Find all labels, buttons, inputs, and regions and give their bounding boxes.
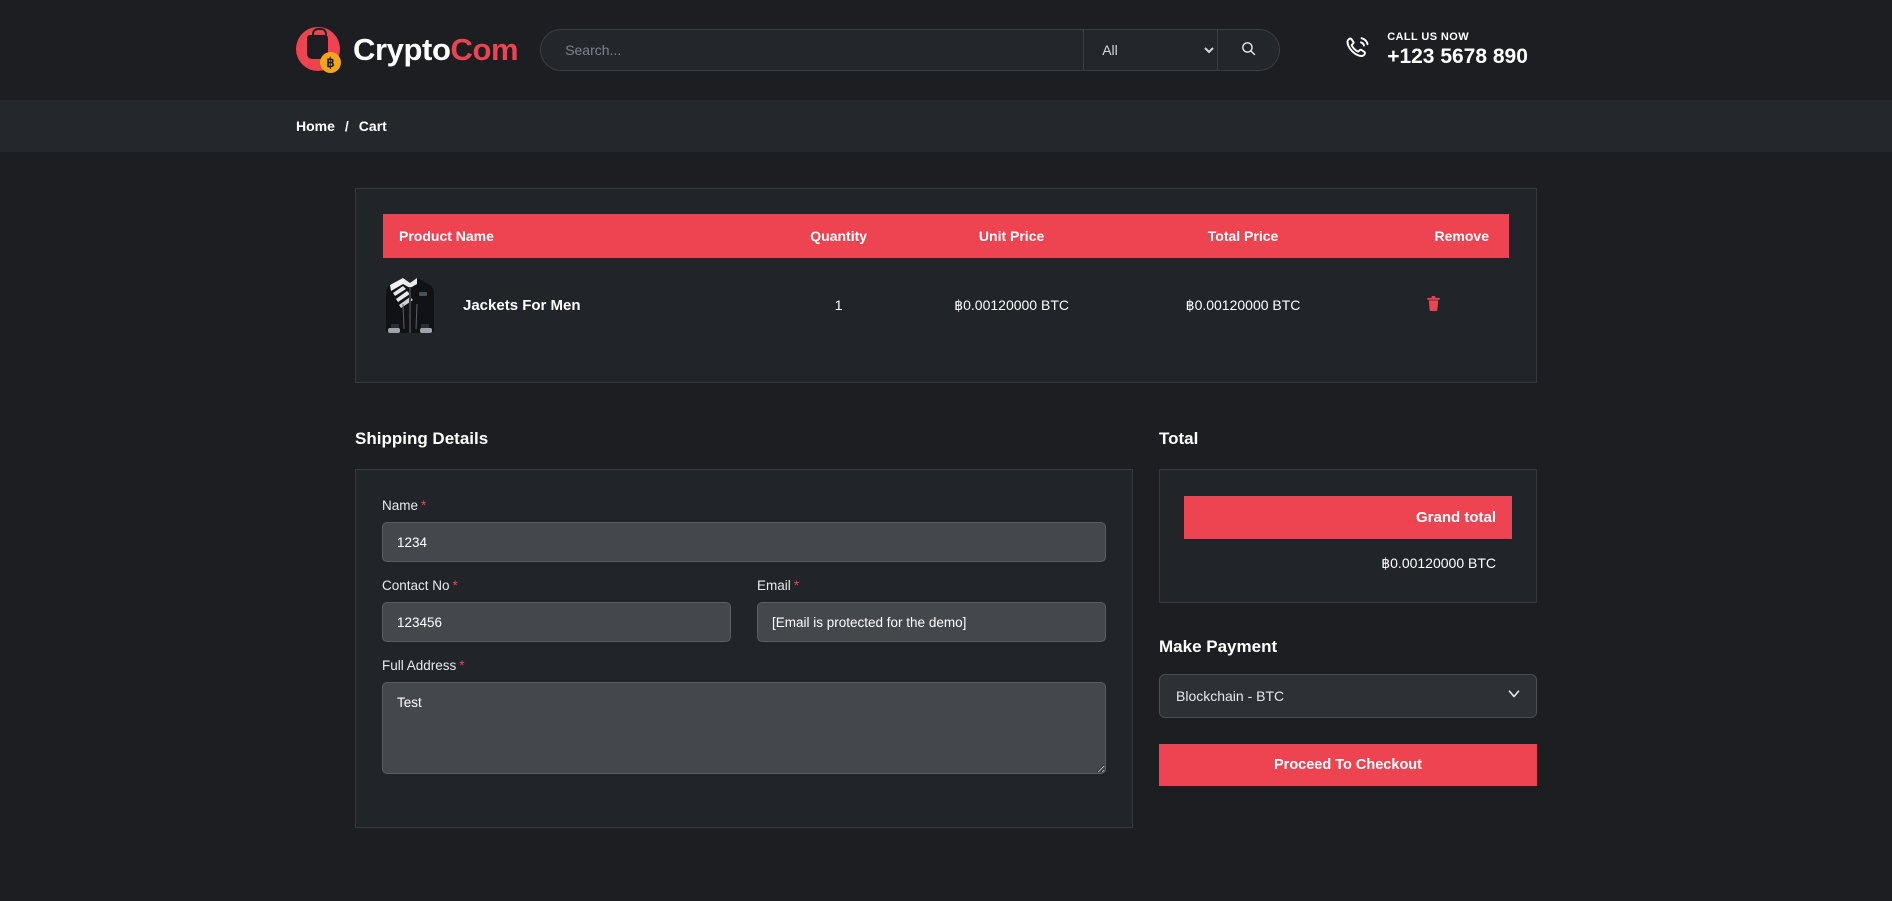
proceed-to-checkout-button[interactable]: Proceed To Checkout: [1159, 744, 1537, 786]
field-contact-no: Contact No *: [382, 578, 731, 642]
shipping-form-panel: Name* Contact No* Email* Full Address*: [355, 469, 1133, 828]
label-full-address-text: Full Address: [382, 658, 457, 673]
call-us-block[interactable]: CALL US NOW +123 5678 890: [1342, 31, 1528, 69]
label-email: Email *: [757, 578, 1106, 593]
full-address-textarea[interactable]: [382, 682, 1106, 774]
search-icon: [1240, 40, 1257, 60]
field-email: Email *: [757, 578, 1106, 642]
phone-ringing-icon: [1342, 32, 1374, 69]
payment-method-wrapper: Blockchain - BTC: [1159, 674, 1537, 718]
field-name: Name *: [382, 498, 1106, 562]
cart-table: Product Name Quantity Unit Price Total P…: [383, 214, 1509, 352]
required-asterisk: *: [459, 658, 465, 673]
required-asterisk: *: [793, 578, 800, 593]
cell-quantity: 1: [834, 297, 843, 313]
payment-method-select[interactable]: Blockchain - BTC: [1159, 674, 1537, 718]
main-content: Product Name Quantity Unit Price Total P…: [355, 152, 1537, 828]
contact-email-row: Contact No* Email*: [382, 578, 1106, 658]
logo-text-accent: Com: [450, 32, 519, 67]
total-title: Total: [1159, 429, 1199, 448]
cart-table-head: Product Name Quantity Unit Price Total P…: [383, 214, 1509, 258]
remove-item-button[interactable]: [1426, 295, 1441, 312]
label-contact-no: Contact No *: [382, 578, 731, 593]
breadcrumb-item-home[interactable]: Home: [296, 118, 335, 134]
shipping-details-title: Shipping Details: [355, 429, 489, 448]
cell-total-price: ฿0.00120000 BTC: [1185, 296, 1301, 313]
required-asterisk: *: [421, 498, 427, 513]
total-panel: Grand total ฿0.00120000 BTC: [1159, 469, 1537, 603]
site-logo[interactable]: ฿ CryptoCom: [296, 27, 519, 73]
breadcrumb-bar: Home / Cart: [0, 100, 1892, 152]
call-us-label: CALL US NOW: [1387, 31, 1469, 43]
column-header-total-price: Total Price: [1127, 214, 1359, 258]
product-name[interactable]: Jackets For Men: [463, 297, 581, 314]
bitcoin-coin-icon: ฿: [320, 52, 341, 73]
cell-product: Jackets For Men: [383, 258, 781, 352]
cart-panel: Product Name Quantity Unit Price Total P…: [355, 188, 1537, 383]
column-header-remove: Remove: [1358, 214, 1509, 258]
grand-total-value: ฿0.00120000 BTC: [1381, 555, 1496, 571]
label-email-text: Email: [757, 578, 791, 593]
contact-no-input[interactable]: [382, 602, 731, 642]
cell-remove: [1359, 258, 1509, 352]
breadcrumb-item-current: Cart: [358, 118, 387, 134]
label-full-address: Full Address *: [382, 658, 1106, 673]
site-header: ฿ CryptoCom All: [0, 0, 1892, 100]
column-header-unit-price: Unit Price: [895, 214, 1128, 258]
cell-unit-price: ฿0.00120000 BTC: [954, 296, 1069, 313]
total-column: Total Grand total ฿0.00120000 BTC Make P…: [1159, 429, 1537, 828]
email-input[interactable]: [757, 602, 1106, 642]
product-thumbnail-jacket[interactable]: [383, 274, 437, 336]
required-asterisk: *: [452, 578, 458, 593]
search-submit-button[interactable]: [1217, 30, 1280, 70]
logo-text: CryptoCom: [353, 32, 519, 68]
column-header-quantity: Quantity: [781, 214, 896, 258]
search-bar: All: [540, 29, 1281, 71]
label-contact-no-text: Contact No: [382, 578, 450, 593]
breadcrumb: Home / Cart: [296, 118, 1596, 134]
column-header-product-name: Product Name: [383, 214, 782, 258]
logo-mark: ฿: [296, 27, 342, 73]
breadcrumb-separator: /: [344, 118, 349, 134]
search-category-select[interactable]: All: [1083, 30, 1218, 70]
grand-total-label: Grand total: [1184, 496, 1512, 539]
cart-header-row: Product Name Quantity Unit Price Total P…: [383, 214, 1509, 258]
shipping-column: Shipping Details Name* Contact No* Email…: [355, 429, 1133, 828]
table-row: Jackets For Men 1 ฿0.00120000 BTC ฿0.001…: [383, 258, 1509, 352]
trash-icon: [1426, 296, 1441, 315]
logo-text-primary: Crypto: [353, 32, 451, 67]
search-input[interactable]: [541, 30, 1084, 70]
name-input[interactable]: [382, 522, 1106, 562]
make-payment-title: Make Payment: [1159, 637, 1278, 656]
cart-table-body: Jackets For Men 1 ฿0.00120000 BTC ฿0.001…: [383, 258, 1509, 352]
checkout-section: Shipping Details Name* Contact No* Email…: [355, 429, 1537, 828]
field-full-address: Full Address *: [382, 658, 1106, 779]
call-us-number[interactable]: +123 5678 890: [1387, 45, 1528, 69]
label-name: Name *: [382, 498, 1106, 513]
label-name-text: Name: [382, 498, 419, 513]
